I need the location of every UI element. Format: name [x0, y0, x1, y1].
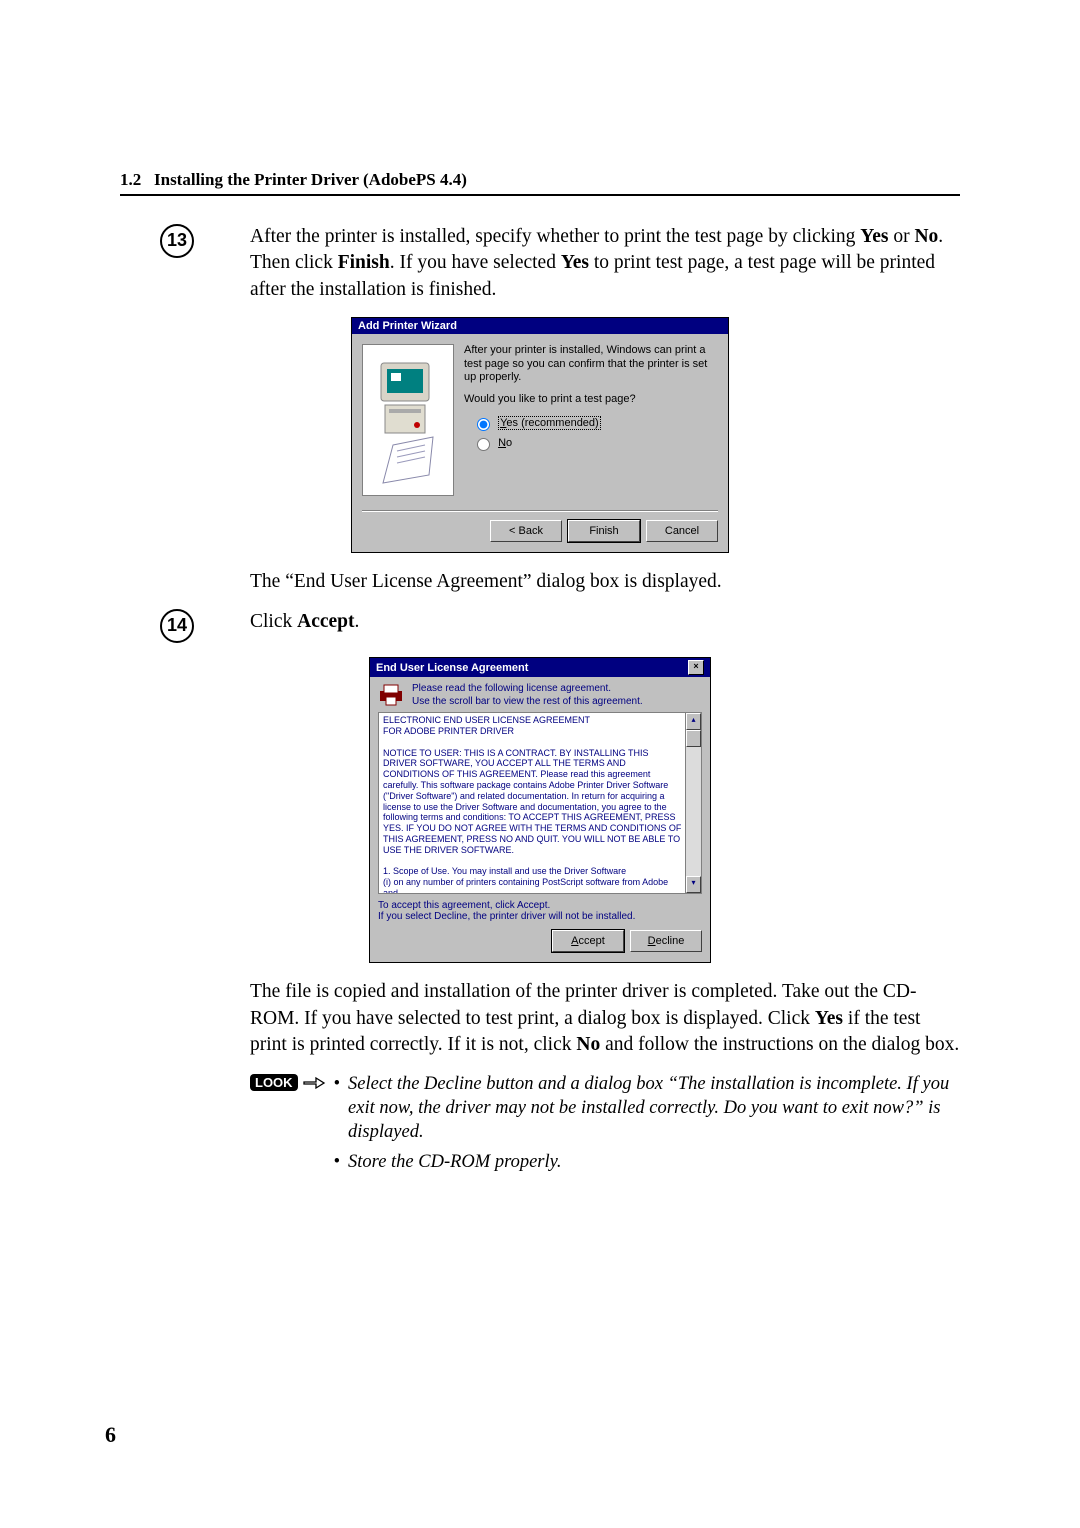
look-bullet-2: Store the CD-ROM properly.: [348, 1150, 561, 1174]
wizard-back-button[interactable]: < Back: [490, 520, 562, 542]
eula-body-top: ELECTRONIC END USER LICENSE AGREEMENT FO…: [383, 715, 683, 737]
wizard-cancel-button[interactable]: Cancel: [646, 520, 718, 542]
scrollbar[interactable]: ▴ ▾: [685, 713, 701, 893]
section-title: Installing the Printer Driver (AdobePS 4…: [154, 170, 467, 189]
printer-icon: [378, 683, 406, 707]
page-number: 6: [105, 1422, 116, 1448]
look-label: LOOK: [250, 1074, 298, 1091]
eula-titlebar: End User License Agreement: [376, 662, 528, 674]
wizard-radio-yes[interactable]: [477, 418, 490, 431]
scroll-up-icon[interactable]: ▴: [686, 713, 701, 730]
eula-accept-button[interactable]: Accept: [552, 930, 624, 952]
wizard-finish-button[interactable]: Finish: [568, 520, 640, 542]
look-badge: LOOK: [250, 1072, 326, 1092]
eula-body-mid: NOTICE TO USER: THIS IS A CONTRACT. BY I…: [383, 748, 683, 856]
wizard-radio-no[interactable]: [477, 438, 490, 451]
close-icon[interactable]: ×: [688, 660, 704, 675]
after-wizard-text: The “End User License Agreement” dialog …: [250, 569, 960, 595]
eula-textarea: ELECTRONIC END USER LICENSE AGREEMENT FO…: [378, 712, 702, 894]
bullet-dot: •: [334, 1072, 340, 1144]
scroll-down-icon[interactable]: ▾: [686, 876, 701, 893]
look-bullet-1: Select the Decline button and a dialog b…: [348, 1072, 960, 1144]
eula-body-bottom: 1. Scope of Use. You may install and use…: [383, 866, 683, 894]
after-eula-text: The file is copied and installation of t…: [250, 979, 960, 1058]
eula-decline-button[interactable]: Decline: [630, 930, 702, 952]
wizard-titlebar: Add Printer Wizard: [352, 318, 728, 334]
step13-text: After the printer is installed, specify …: [250, 224, 960, 303]
eula-foot-line2: If you select Decline, the printer drive…: [378, 911, 702, 922]
wizard-computer-icon: [362, 344, 454, 496]
step14-text: Click Accept.: [250, 609, 960, 643]
bullet-dot: •: [334, 1150, 340, 1174]
scroll-thumb[interactable]: [686, 730, 701, 747]
eula-head-line2: Use the scroll bar to view the rest of t…: [412, 696, 643, 709]
eula-dialog: End User License Agreement × Please read…: [369, 657, 711, 963]
wizard-radio-no-label[interactable]: No: [498, 437, 512, 449]
eula-head-line1: Please read the following license agreem…: [412, 683, 643, 696]
add-printer-wizard-dialog: Add Printer Wizard: [351, 317, 729, 553]
step-number-14: 14: [160, 609, 194, 643]
wizard-intro-text: After your printer is installed, Windows…: [464, 344, 718, 385]
wizard-radio-yes-label[interactable]: Yes (recommended): [498, 417, 601, 429]
wizard-question-text: Would you like to print a test page?: [464, 393, 718, 407]
eula-foot-line1: To accept this agreement, click Accept.: [378, 900, 702, 911]
step-number-13: 13: [160, 224, 194, 258]
pointing-hand-icon: [302, 1072, 326, 1092]
section-number: 1.2: [120, 170, 141, 189]
section-header: 1.2 Installing the Printer Driver (Adobe…: [120, 170, 960, 196]
